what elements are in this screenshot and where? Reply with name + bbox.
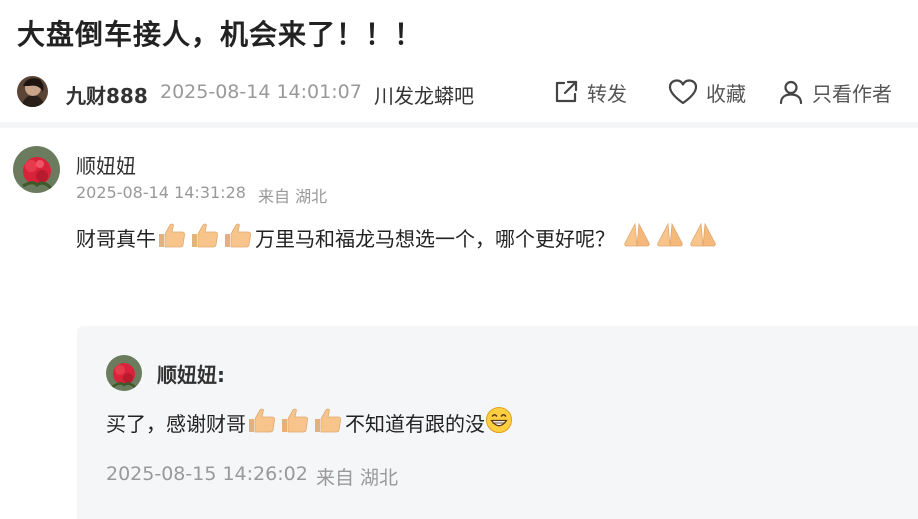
post-title: 大盘倒车接人，机会来了！！！ xyxy=(17,18,424,51)
thumbs-up-emoji-icon xyxy=(246,406,279,439)
comment-section: 顺妞妞 2025-08-14 14:31:28 来自 湖北 财哥真牛 万里马和福… xyxy=(0,128,918,519)
thumbs-up-emoji-icon xyxy=(279,406,312,439)
reply-text: 买了，感谢财哥 不知道有跟的没 xyxy=(106,406,513,439)
folded-hands-emoji-icon xyxy=(654,221,687,254)
thumbs-up-emoji-icon xyxy=(222,221,255,254)
post-time: 2025-08-14 14:01:07 xyxy=(160,81,362,103)
comment-time: 2025-08-14 14:31:28 xyxy=(76,183,246,202)
reply-user-name[interactable]: 顺妞妞: xyxy=(157,359,225,388)
share-icon xyxy=(553,79,579,105)
folded-hands-emoji-icon xyxy=(621,221,654,254)
comment-location: 来自 湖北 xyxy=(258,187,328,206)
commenter-avatar[interactable] xyxy=(13,146,60,193)
grinning-face-emoji-icon xyxy=(485,406,513,439)
reply-box: 顺妞妞: 买了，感谢财哥 不知道有跟的没 2025-08-15 14:26:02… xyxy=(77,326,918,519)
author-only-button[interactable]: 只看作者 xyxy=(778,77,892,107)
reply-text-part2: 不知道有跟的没 xyxy=(345,411,485,436)
comment-text-part2: 万里马和福龙马想选一个，哪个更好呢？ xyxy=(255,226,615,251)
share-label: 转发 xyxy=(587,81,627,106)
author-only-label: 只看作者 xyxy=(812,81,892,106)
reply-location: 来自 湖北 xyxy=(316,467,399,489)
post-meta-row: 九财888 2025-08-14 14:01:07 川发龙蟒吧 转发 收藏 只看… xyxy=(17,74,907,110)
heart-icon xyxy=(668,78,698,106)
reply-text-part1: 买了，感谢财哥 xyxy=(106,411,246,436)
comment-text: 财哥真牛 万里马和福龙马想选一个，哪个更好呢？ xyxy=(76,222,720,252)
post-header: 大盘倒车接人，机会来了！！！ 九财888 2025-08-14 14:01:07… xyxy=(0,0,918,122)
forum-link[interactable]: 川发龙蟒吧 xyxy=(374,80,474,109)
thumbs-up-emoji-icon xyxy=(156,221,189,254)
author-name[interactable]: 九财888 xyxy=(66,80,148,109)
person-icon xyxy=(778,79,804,105)
folded-hands-emoji-icon xyxy=(687,221,720,254)
thumbs-up-emoji-icon xyxy=(189,221,222,254)
favorite-label: 收藏 xyxy=(706,81,746,106)
comment-text-part1: 财哥真牛 xyxy=(76,226,156,251)
commenter-name[interactable]: 顺妞妞 xyxy=(76,150,136,179)
favorite-button[interactable]: 收藏 xyxy=(668,77,746,107)
author-avatar[interactable] xyxy=(17,76,48,107)
share-button[interactable]: 转发 xyxy=(553,77,627,107)
reply-avatar[interactable] xyxy=(106,355,142,391)
reply-time: 2025-08-15 14:26:02 xyxy=(106,463,308,485)
thumbs-up-emoji-icon xyxy=(312,406,345,439)
